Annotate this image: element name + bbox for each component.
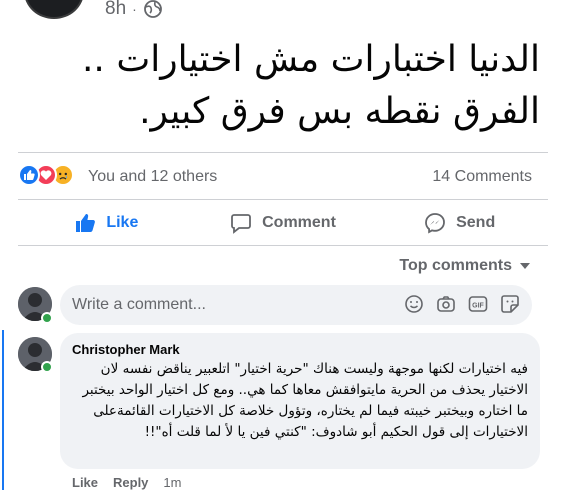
- post-timestamp[interactable]: 8h ·: [105, 0, 163, 20]
- reaction-icons[interactable]: [18, 164, 74, 186]
- post-body: الدنيا اختبارات مش اختيارات .. الفرق نقط…: [20, 34, 540, 138]
- sticker-icon[interactable]: [500, 294, 520, 314]
- comment-button-label: Comment: [262, 214, 336, 231]
- commenter-online-dot: [41, 361, 53, 373]
- svg-text:GIF: GIF: [472, 303, 484, 310]
- like-button-label: Like: [106, 214, 139, 231]
- comment-input-placeholder: Write a comment...: [72, 296, 206, 313]
- comment-actions: Like Reply 1m: [72, 475, 181, 490]
- online-status-dot: [41, 312, 53, 324]
- messenger-icon: [425, 213, 446, 234]
- reactions-row: You and 12 others 14 Comments: [0, 160, 566, 196]
- thumbs-up-icon: [76, 214, 96, 232]
- caret-down-icon: [520, 263, 530, 269]
- like-icon[interactable]: [18, 164, 40, 186]
- post-actions: Like Comment Send: [18, 203, 548, 243]
- camera-icon[interactable]: [436, 294, 456, 314]
- composer-icons: GIF: [404, 294, 520, 314]
- reactions-divider: [18, 199, 548, 200]
- send-button[interactable]: Send: [371, 203, 548, 243]
- post-divider: [18, 152, 548, 153]
- comment-timestamp[interactable]: 1m: [163, 475, 181, 490]
- comment-text: فيه اختيارات لكنها موجهة وليست هناك "حري…: [82, 361, 528, 440]
- post-header: 8h ·: [0, 0, 566, 24]
- comments-sort-dropdown[interactable]: Top comments: [399, 257, 530, 275]
- gif-icon[interactable]: GIF: [468, 294, 488, 314]
- comment-thread-indicator: [2, 330, 4, 490]
- comments-sort-label: Top comments: [399, 257, 512, 274]
- send-button-label: Send: [456, 214, 496, 231]
- comment-button[interactable]: Comment: [195, 203, 372, 243]
- commenter-name[interactable]: Christopher Mark: [72, 342, 180, 357]
- poster-avatar[interactable]: [24, 0, 84, 19]
- like-button[interactable]: Like: [18, 203, 195, 243]
- reaction-summary[interactable]: You and 12 others: [88, 168, 217, 186]
- post-time-separator: ·: [132, 1, 137, 17]
- globe-icon[interactable]: [143, 0, 163, 19]
- comment-like-link[interactable]: Like: [72, 475, 98, 490]
- post-text-line-1: الدنيا اختبارات مش اختيارات ..: [81, 39, 540, 80]
- comment-icon: [231, 214, 252, 234]
- comment-input[interactable]: Write a comment... GIF: [60, 285, 532, 325]
- post-time-text[interactable]: 8h: [105, 0, 126, 20]
- actions-divider: [18, 245, 548, 246]
- comment-reply-link[interactable]: Reply: [113, 475, 148, 490]
- comment-bubble: Christopher Mark فيه اختيارات لكنها موجه…: [60, 333, 540, 469]
- post-text-line-2: الفرق نقطه بس فرق كبير.: [139, 91, 540, 132]
- comments-count[interactable]: 14 Comments: [432, 168, 532, 186]
- emoji-icon[interactable]: [404, 294, 424, 314]
